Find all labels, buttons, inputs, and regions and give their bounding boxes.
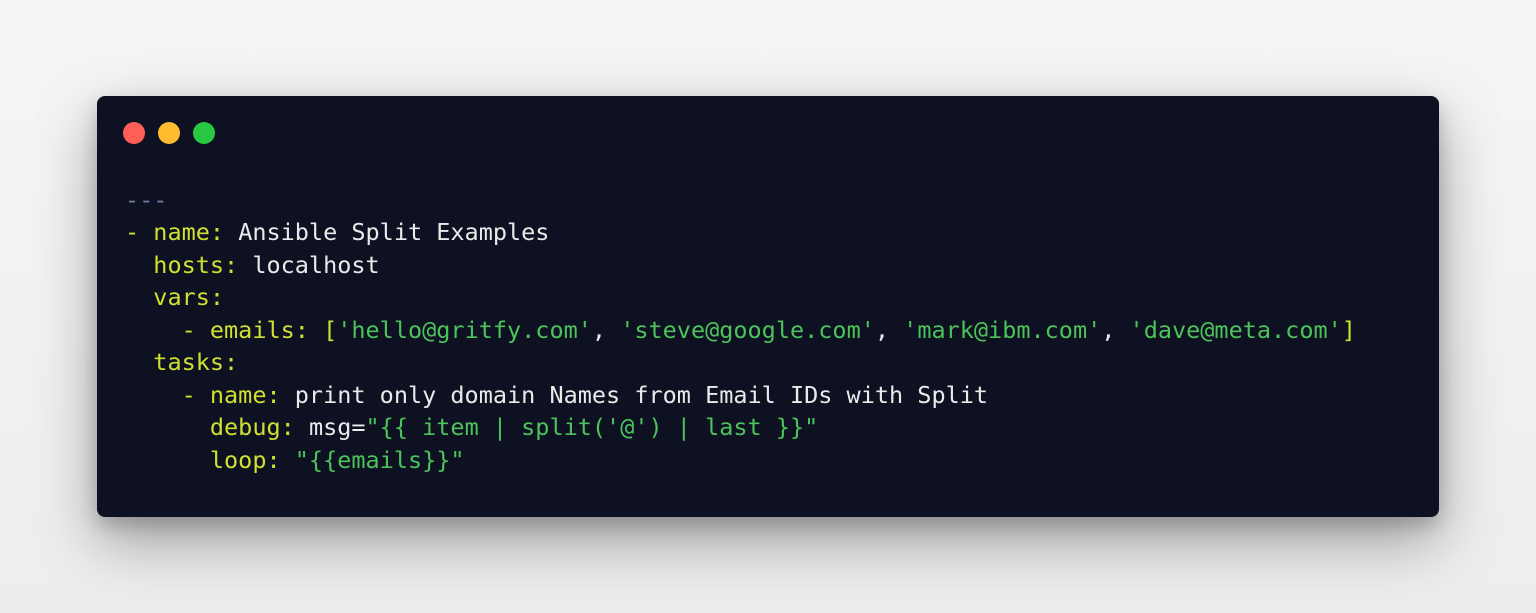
yaml-colon: : <box>224 348 239 376</box>
email-string: 'dave@meta.com' <box>1129 315 1342 344</box>
close-button[interactable] <box>123 122 145 144</box>
maximize-button[interactable] <box>193 122 215 144</box>
code-line: - emails: ['hello@gritfy.com', 'steve@go… <box>125 314 1356 347</box>
yaml-key: name <box>209 380 267 409</box>
yaml-value: Ansible Split Examples <box>238 218 550 246</box>
yaml-colon: : <box>209 283 225 311</box>
comma: , <box>874 315 904 344</box>
code-line: vars: <box>125 281 1356 314</box>
yaml-colon: : <box>266 380 295 409</box>
yaml-key: vars <box>153 283 210 311</box>
email-string: 'hello@gritfy.com' <box>337 315 592 344</box>
yaml-key: loop <box>209 445 267 474</box>
close-bracket: ] <box>1341 315 1356 344</box>
code-line: debug: msg="{{ item | split('@') | last … <box>125 411 1356 444</box>
yaml-colon: : <box>294 315 324 344</box>
email-string: 'steve@google.com' <box>620 315 875 344</box>
code-line: hosts: localhost <box>125 249 1356 282</box>
document-separator: --- <box>125 186 168 214</box>
code-block: - name: Ansible Split Examples hosts: lo… <box>125 216 1356 476</box>
list-dash: - <box>181 315 210 344</box>
open-bracket: [ <box>323 315 338 344</box>
yaml-key: debug <box>209 413 281 441</box>
code-separator-block: --- <box>125 184 167 217</box>
yaml-colon: : <box>266 445 295 474</box>
yaml-colon: : <box>209 218 239 246</box>
yaml-key: hosts <box>153 250 225 279</box>
email-string: 'mark@ibm.com' <box>903 315 1102 344</box>
yaml-colon: : <box>280 413 309 441</box>
comma: , <box>591 315 621 344</box>
yaml-key: emails <box>209 315 295 344</box>
yaml-key: tasks <box>153 348 225 376</box>
yaml-colon: : <box>224 250 253 279</box>
code-line: - name: Ansible Split Examples <box>125 216 1356 249</box>
code-line: - name: print only domain Names from Ema… <box>125 379 1356 412</box>
template-string: "{{emails}}" <box>294 445 465 474</box>
msg-prefix: msg= <box>308 413 366 441</box>
list-dash: - <box>125 218 154 246</box>
list-dash: - <box>181 380 210 409</box>
code-line: tasks: <box>125 346 1356 379</box>
code-line: loop: "{{emails}}" <box>125 444 1356 477</box>
minimize-button[interactable] <box>158 122 180 144</box>
template-string: "{{ item | split('@') | last }}" <box>365 413 819 441</box>
window-controls <box>123 122 215 144</box>
yaml-key: name <box>153 218 210 246</box>
code-window: --- - name: Ansible Split Examples hosts… <box>97 96 1439 517</box>
yaml-value: print only domain Names from Email IDs w… <box>294 380 989 409</box>
comma: , <box>1101 315 1130 344</box>
yaml-value: localhost <box>252 250 380 279</box>
